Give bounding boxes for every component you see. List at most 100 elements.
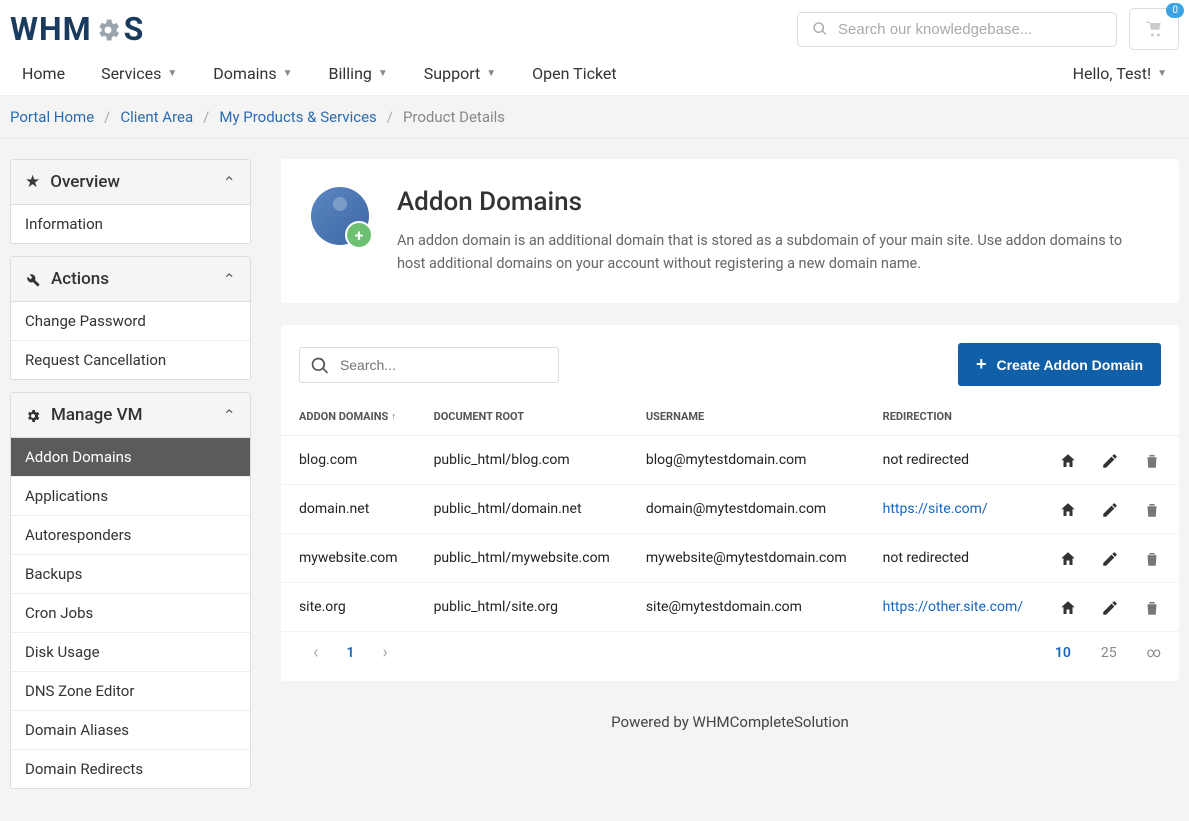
sidebar-item-domain-aliases[interactable]: Domain Aliases (11, 711, 250, 750)
panel-manage-head[interactable]: Manage VM ⌃ (11, 393, 250, 438)
cell-domain: site.org (281, 583, 416, 632)
redir-link[interactable]: https://site.com/ (883, 501, 988, 517)
pager-next[interactable]: › (368, 642, 401, 663)
pager-size-∞[interactable]: ∞ (1147, 645, 1161, 661)
nav-label: Domains (213, 64, 276, 83)
sidebar-item-applications[interactable]: Applications (11, 477, 250, 516)
table-row: domain.net public_html/domain.net domain… (281, 485, 1179, 534)
pager-current[interactable]: 1 (332, 645, 368, 661)
nav-billing[interactable]: Billing ▼ (329, 64, 388, 83)
cell-user: site@mytestdomain.com (628, 583, 865, 632)
redir-link[interactable]: https://other.site.com/ (883, 599, 1023, 615)
pager-size-10[interactable]: 10 (1055, 645, 1071, 661)
sidebar-item-addon-domains[interactable]: Addon Domains (11, 438, 250, 477)
footer-text: Powered by WHMCompleteSolution (281, 703, 1179, 731)
pager-prev[interactable]: ‹ (299, 642, 332, 663)
col-username[interactable]: USERNAME (628, 398, 865, 436)
col-actions (1041, 398, 1179, 436)
wrench-icon (25, 269, 41, 289)
nav-label: Support (424, 64, 480, 83)
home-icon[interactable] (1059, 450, 1077, 470)
nav-open-ticket[interactable]: Open Ticket (532, 64, 616, 83)
cell-domain: domain.net (281, 485, 416, 534)
create-addon-domain-button[interactable]: + Create Addon Domain (958, 343, 1161, 386)
edit-icon[interactable] (1101, 597, 1119, 617)
chevron-up-icon: ⌃ (223, 173, 236, 192)
nav-home[interactable]: Home (22, 64, 65, 83)
addon-domain-icon (311, 187, 369, 245)
gear-icon (94, 14, 122, 44)
sidebar-item-information[interactable]: Information (11, 205, 250, 243)
sidebar-item-backups[interactable]: Backups (11, 555, 250, 594)
trash-icon[interactable] (1143, 450, 1161, 470)
chevron-up-icon: ⌃ (223, 270, 236, 289)
cell-redir: not redirected (865, 436, 1041, 485)
table-search-input[interactable] (340, 357, 548, 373)
sidebar-item-cron-jobs[interactable]: Cron Jobs (11, 594, 250, 633)
home-icon[interactable] (1059, 597, 1077, 617)
user-greeting: Hello, Test! (1073, 64, 1151, 83)
nav-domains[interactable]: Domains ▼ (213, 64, 292, 83)
cell-user: domain@mytestdomain.com (628, 485, 865, 534)
sidebar-item-request-cancellation[interactable]: Request Cancellation (11, 341, 250, 379)
breadcrumb-link[interactable]: My Products & Services (219, 108, 376, 126)
panel-actions-title: Actions (51, 269, 109, 289)
cell-redir: not redirected (865, 534, 1041, 583)
search-icon (310, 354, 330, 375)
col-redirection[interactable]: REDIRECTION (865, 398, 1041, 436)
panel-actions-head[interactable]: Actions ⌃ (11, 257, 250, 302)
cell-domain: blog.com (281, 436, 416, 485)
col-document-root[interactable]: DOCUMENT ROOT (416, 398, 628, 436)
nav-label: Billing (329, 64, 372, 83)
caret-down-icon: ▼ (378, 68, 388, 79)
panel-overview-title: Overview (50, 172, 120, 192)
plus-icon: + (976, 354, 987, 375)
nav-services[interactable]: Services▼ (101, 64, 177, 83)
cell-root: public_html/domain.net (416, 485, 628, 534)
cell-root: public_html/blog.com (416, 436, 628, 485)
breadcrumb-link[interactable]: Portal Home (10, 108, 94, 126)
table-row: mywebsite.com public_html/mywebsite.com … (281, 534, 1179, 583)
table-row: site.org public_html/site.org site@mytes… (281, 583, 1179, 632)
cell-root: public_html/site.org (416, 583, 628, 632)
table-row: blog.com public_html/blog.com blog@mytes… (281, 436, 1179, 485)
pager-size-25[interactable]: 25 (1101, 645, 1117, 661)
sidebar-item-change-password[interactable]: Change Password (11, 302, 250, 341)
user-menu[interactable]: Hello, Test! ▼ (1073, 64, 1167, 83)
kb-search-input[interactable] (838, 21, 1102, 38)
caret-down-icon: ▼ (167, 68, 177, 79)
kb-search[interactable] (797, 12, 1117, 47)
cart-button[interactable]: 0 (1129, 8, 1179, 50)
cell-redir: https://other.site.com/ (865, 583, 1041, 632)
nav-label: Home (22, 64, 65, 83)
star-icon: ★ (25, 172, 40, 192)
edit-icon[interactable] (1101, 450, 1119, 470)
sidebar-item-dns-zone-editor[interactable]: DNS Zone Editor (11, 672, 250, 711)
panel-overview-head[interactable]: ★ Overview ⌃ (11, 160, 250, 205)
home-icon[interactable] (1059, 548, 1077, 568)
sidebar-item-autoresponders[interactable]: Autoresponders (11, 516, 250, 555)
sidebar-item-disk-usage[interactable]: Disk Usage (11, 633, 250, 672)
breadcrumb: Portal Home/Client Area/My Products & Se… (0, 96, 1189, 139)
edit-icon[interactable] (1101, 499, 1119, 519)
cell-redir: https://site.com/ (865, 485, 1041, 534)
caret-down-icon: ▼ (283, 68, 293, 79)
cell-root: public_html/mywebsite.com (416, 534, 628, 583)
trash-icon[interactable] (1143, 499, 1161, 519)
edit-icon[interactable] (1101, 548, 1119, 568)
trash-icon[interactable] (1143, 548, 1161, 568)
breadcrumb-link[interactable]: Client Area (120, 108, 193, 126)
caret-down-icon: ▼ (1157, 68, 1167, 79)
caret-down-icon: ▼ (486, 68, 496, 79)
cell-user: blog@mytestdomain.com (628, 436, 865, 485)
create-button-label: Create Addon Domain (997, 357, 1144, 373)
search-icon (812, 21, 828, 37)
page-title: Addon Domains (397, 187, 1149, 217)
logo[interactable]: WHM S (10, 10, 144, 48)
nav-support[interactable]: Support ▼ (424, 64, 496, 83)
trash-icon[interactable] (1143, 597, 1161, 617)
table-search[interactable] (299, 347, 559, 382)
nav-label: Open Ticket (532, 64, 616, 83)
col-addon-domains[interactable]: ADDON DOMAINS (281, 398, 416, 436)
home-icon[interactable] (1059, 499, 1077, 519)
